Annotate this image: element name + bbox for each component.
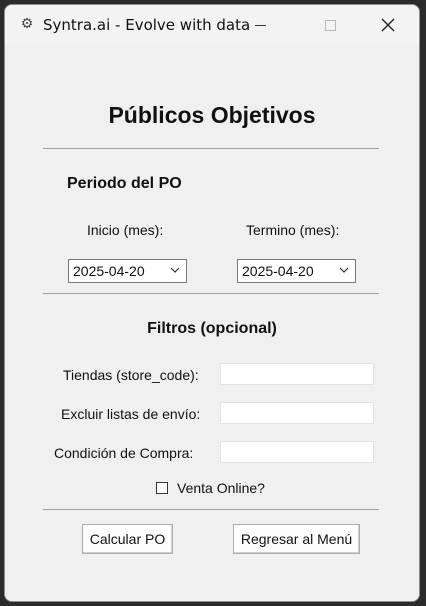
maximize-icon — [324, 19, 336, 31]
window-title: Syntra.ai - Evolve with data — [43, 16, 251, 34]
minimize-icon — [254, 24, 266, 26]
page-title: Públicos Objetivos — [108, 102, 316, 128]
regresar-menu-button[interactable]: Regresar al Menú — [233, 524, 360, 554]
app-window: ⚙ Syntra.ai - Evolve with data Públicos … — [4, 4, 420, 602]
divider — [43, 509, 379, 510]
title-bar[interactable]: ⚙ Syntra.ai - Evolve with data — [5, 5, 419, 45]
tiendas-label: Tiendas (store_code): — [63, 367, 199, 383]
divider — [43, 148, 379, 149]
chevron-down-icon — [170, 267, 180, 273]
condicion-input[interactable] — [220, 441, 374, 463]
tiendas-input[interactable] — [220, 363, 374, 385]
close-icon — [381, 18, 395, 32]
periodo-section-title: Periodo del PO — [67, 175, 182, 192]
venta-online-checkbox[interactable] — [156, 482, 168, 494]
excluir-label: Excluir listas de envío: — [61, 406, 201, 422]
maximize-button[interactable] — [307, 5, 353, 45]
termino-select[interactable]: 2025-04-20 — [237, 259, 356, 283]
minimize-button[interactable] — [237, 5, 283, 45]
divider — [43, 293, 379, 294]
calcular-po-button[interactable]: Calcular PO — [82, 524, 173, 554]
gear-icon: ⚙ — [20, 15, 34, 31]
venta-online-label[interactable]: Venta Online? — [177, 480, 265, 496]
chevron-down-icon — [339, 267, 349, 273]
inicio-select[interactable]: 2025-04-20 — [68, 259, 187, 283]
inicio-select-value: 2025-04-20 — [73, 263, 145, 279]
condicion-label: Condición de Compra: — [54, 445, 194, 461]
excluir-input[interactable] — [220, 402, 374, 424]
main-content: Públicos Objetivos Periodo del PO Inicio… — [5, 45, 419, 601]
filtros-section-title: Filtros (opcional) — [147, 320, 277, 337]
termino-label: Termino (mes): — [246, 222, 340, 238]
inicio-label: Inicio (mes): — [87, 222, 164, 238]
termino-select-value: 2025-04-20 — [242, 263, 314, 279]
close-button[interactable] — [365, 5, 411, 45]
